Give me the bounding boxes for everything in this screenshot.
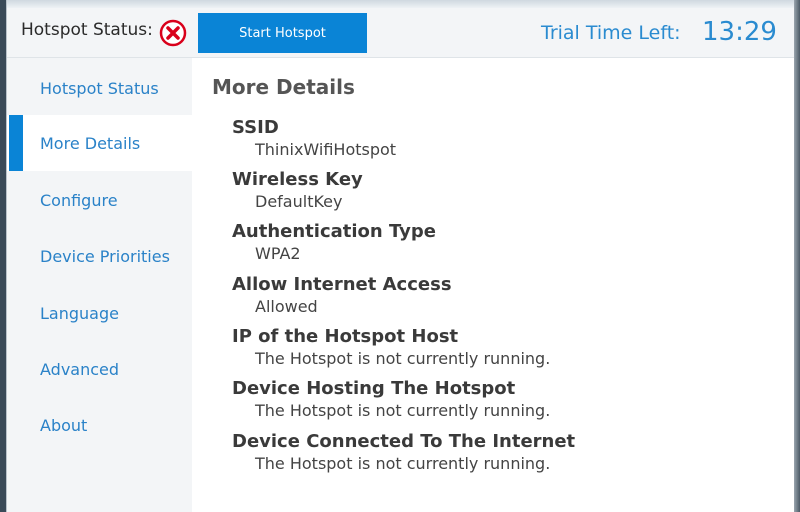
error-x-icon <box>159 19 187 47</box>
window-edge <box>794 0 800 512</box>
sidebar-item-label: Configure <box>40 191 118 210</box>
detail-ssid: SSID ThinixWifiHotspot <box>232 117 792 160</box>
detail-allow-internet-access: Allow Internet Access Allowed <box>232 274 792 317</box>
detail-name: Wireless Key <box>232 169 363 190</box>
sidebar-item-hotspot-status[interactable]: Hotspot Status <box>7 60 192 116</box>
detail-value: ThinixWifiHotspot <box>255 140 397 159</box>
detail-name: Device Hosting The Hotspot <box>232 378 516 399</box>
trial-time-label: Trial Time Left: <box>541 22 681 44</box>
detail-value: WPA2 <box>255 244 301 263</box>
detail-name: Device Connected To The Internet <box>232 431 576 452</box>
app-window: Hotspot Status: Start Hotspot Trial Time… <box>6 0 800 512</box>
sidebar-item-label: Device Priorities <box>40 247 170 266</box>
sidebar-item-label: Advanced <box>40 360 120 379</box>
detail-name: SSID <box>232 117 279 138</box>
page-title: More Details <box>212 75 355 99</box>
sidebar-item-device-priorities[interactable]: Device Priorities <box>7 228 192 284</box>
detail-value: The Hotspot is not currently running. <box>255 454 551 473</box>
detail-hotspot-host-ip: IP of the Hotspot Host The Hotspot is no… <box>232 326 792 369</box>
detail-name: IP of the Hotspot Host <box>232 326 459 347</box>
details-panel: More Details SSID ThinixWifiHotspot Wire… <box>192 58 800 512</box>
sidebar-item-label: More Details <box>40 134 141 153</box>
hotspot-status-label: Hotspot Status: <box>21 20 153 40</box>
active-indicator <box>9 115 23 171</box>
sidebar-item-configure[interactable]: Configure <box>7 172 192 228</box>
sidebar-item-label: Language <box>40 304 119 323</box>
sidebar-item-label: About <box>40 416 88 435</box>
header-bar: Hotspot Status: Start Hotspot Trial Time… <box>7 8 800 58</box>
detail-name: Authentication Type <box>232 221 436 242</box>
detail-name: Allow Internet Access <box>232 274 452 295</box>
detail-value: The Hotspot is not currently running. <box>255 349 551 368</box>
detail-wireless-key: Wireless Key DefaultKey <box>232 169 792 212</box>
detail-authentication-type: Authentication Type WPA2 <box>232 221 792 264</box>
trial-time-value: 13:29 <box>702 17 777 47</box>
start-hotspot-button[interactable]: Start Hotspot <box>198 13 367 53</box>
detail-value: The Hotspot is not currently running. <box>255 401 551 420</box>
detail-value: DefaultKey <box>255 192 343 211</box>
detail-value: Allowed <box>255 297 318 316</box>
sidebar-item-label: Hotspot Status <box>40 79 159 98</box>
sidebar-item-advanced[interactable]: Advanced <box>7 341 192 397</box>
sidebar-item-language[interactable]: Language <box>7 285 192 341</box>
sidebar-item-about[interactable]: About <box>7 397 192 453</box>
sidebar-nav: Hotspot Status More Details Configure De… <box>7 58 192 512</box>
detail-internet-device: Device Connected To The Internet The Hot… <box>232 431 792 474</box>
sidebar-item-more-details[interactable]: More Details <box>7 115 192 171</box>
title-strip <box>7 0 800 8</box>
detail-hosting-device: Device Hosting The Hotspot The Hotspot i… <box>232 378 792 421</box>
